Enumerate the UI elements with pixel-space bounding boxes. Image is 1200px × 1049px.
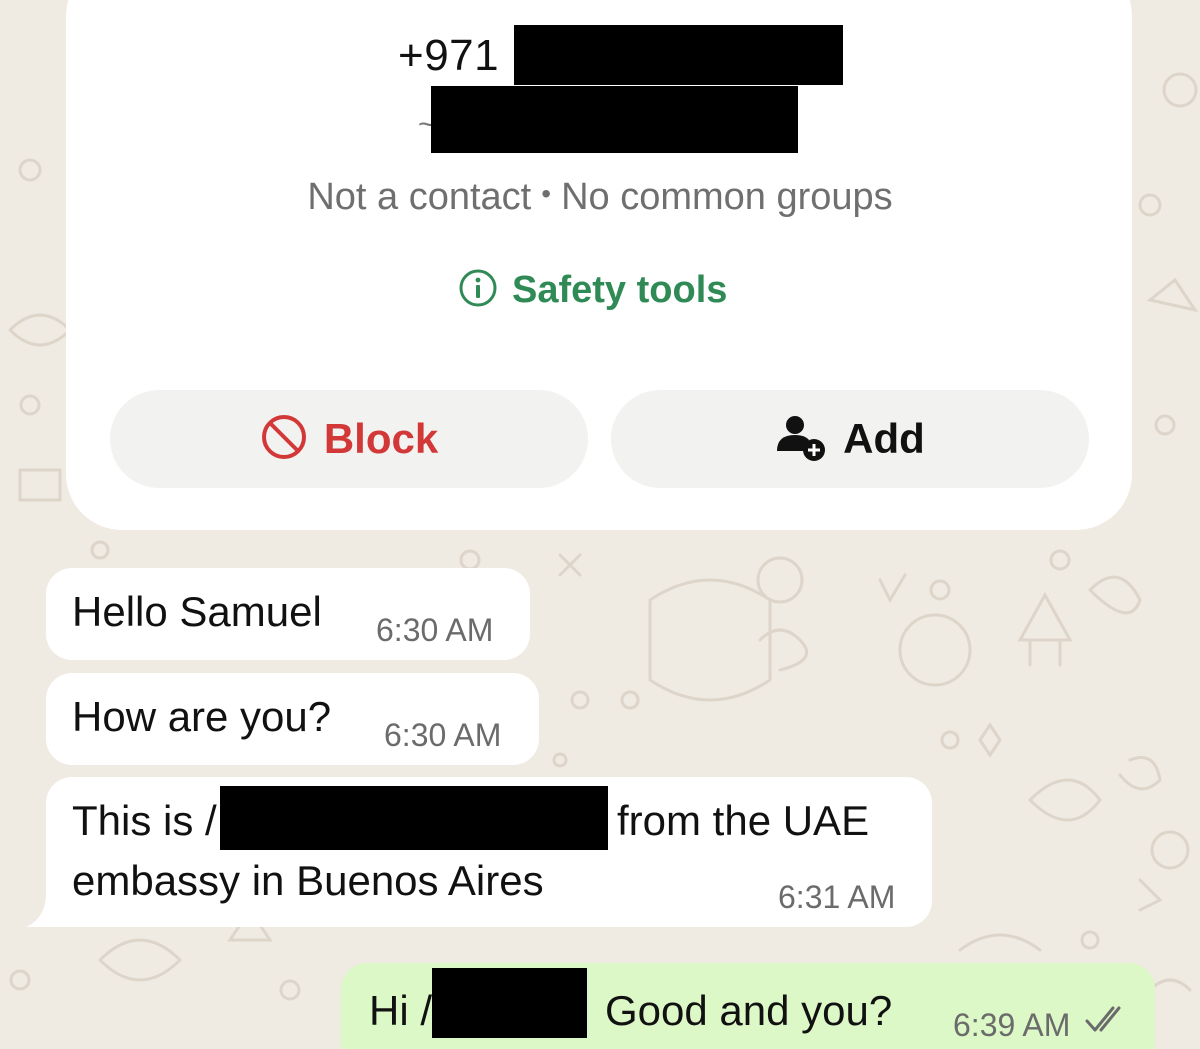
double-check-icon xyxy=(1085,1005,1131,1040)
safety-tools-label: Safety tools xyxy=(512,269,728,311)
block-icon xyxy=(260,413,308,466)
add-label: Add xyxy=(843,415,925,462)
contact-meta: Not a contact • No common groups xyxy=(0,176,1200,219)
redacted-display-name xyxy=(431,86,798,153)
phone-prefix: +971 xyxy=(398,31,500,80)
not-a-contact-label: Not a contact xyxy=(307,176,532,218)
redacted-recipient-name xyxy=(432,968,587,1038)
message-time: 6:30 AM xyxy=(376,612,494,648)
message-text-line2: embassy in Buenos Aires xyxy=(72,857,544,904)
message-text: How are you? xyxy=(72,693,332,740)
add-contact-icon xyxy=(775,411,827,468)
add-contact-button[interactable]: Add xyxy=(611,390,1089,488)
info-icon xyxy=(458,268,498,313)
message-text-start: Hi / xyxy=(369,987,432,1034)
meta-separator: • xyxy=(541,178,552,209)
contact-phone: +971 xyxy=(398,26,499,86)
no-common-groups-label: No common groups xyxy=(561,176,893,218)
redacted-phone-number xyxy=(514,25,843,85)
message-text-start: This is / xyxy=(72,797,217,844)
block-label: Block xyxy=(323,415,439,462)
message-time: 6:31 AM xyxy=(778,879,896,915)
redacted-sender-name xyxy=(220,786,608,850)
message-text: Hello Samuel xyxy=(72,588,322,635)
incoming-message[interactable]: Hello Samuel 6:30 AM xyxy=(46,568,530,660)
safety-tools-button[interactable]: Safety tools xyxy=(458,268,727,313)
message-time: 6:39 AM xyxy=(953,1007,1071,1043)
message-time: 6:30 AM xyxy=(384,717,502,753)
block-button[interactable]: Block xyxy=(110,390,588,488)
message-text-mid: from the UAE xyxy=(617,797,870,844)
incoming-message[interactable]: How are you? 6:30 AM xyxy=(46,673,539,765)
message-text-mid: Good and you? xyxy=(605,987,893,1034)
